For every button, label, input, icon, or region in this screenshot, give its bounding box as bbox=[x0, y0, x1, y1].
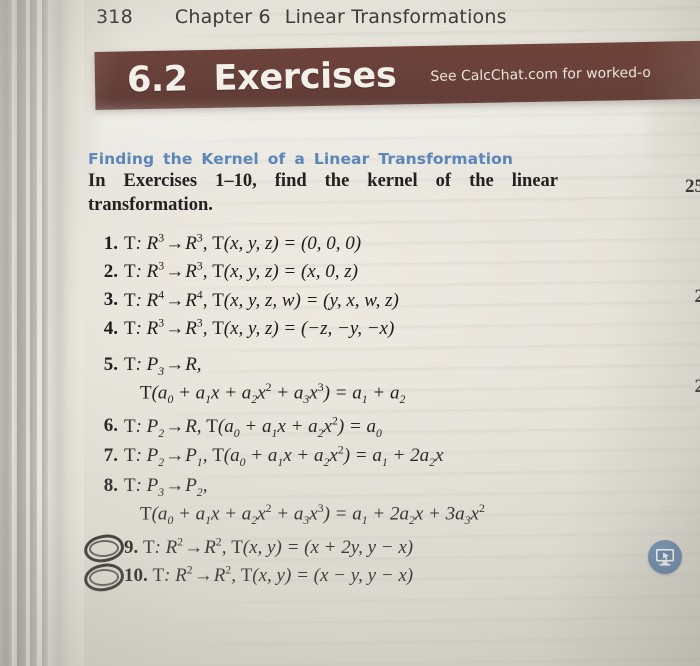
running-head: 318 Chapter 6 Linear Transformations bbox=[96, 2, 700, 32]
exercise-number: 8. bbox=[103, 474, 118, 496]
exercise-body: T: P3→R, bbox=[124, 353, 202, 378]
exercise-item[interactable]: 3. T: R4→R4, T(x, y, z, w) = (y, x, w, z… bbox=[88, 287, 618, 314]
exercise-item[interactable]: 5. T: P3→R, T(a0 + a1x + a2x2 + a3x3) = … bbox=[88, 352, 618, 409]
exercise-body-continued: T(a0 + a1x + a2x2 + a3x3) = a1 + 2a2x + … bbox=[140, 502, 485, 528]
exercise-item[interactable]: 4. T: R3→R3, T(x, y, z) = (−z, −y, −x) bbox=[88, 316, 618, 343]
exercise-item[interactable]: 7. T: P2→P1, T(a0 + a1x + a2x2) = a1 + 2… bbox=[88, 443, 618, 472]
exercise-item[interactable]: 1. T: R3→R3, T(x, y, z) = (0, 0, 0) bbox=[88, 231, 618, 258]
exercise-item[interactable]: 9. T: R2→R2, T(x, y) = (x + 2y, y − x) bbox=[82, 532, 618, 566]
exercise-body: T: P3→P2, bbox=[124, 474, 208, 499]
page-number: 318 bbox=[96, 6, 133, 28]
exercise-item[interactable]: 10. T: R2→R2, T(x, y) = (x − y, y − x) bbox=[82, 560, 618, 594]
book-spine-strip bbox=[0, 0, 12, 666]
exercise-number: 6. bbox=[103, 415, 118, 437]
exercise-column: Finding the Kernel of a Linear Transform… bbox=[82, 150, 618, 594]
chapter-label: Chapter 6 bbox=[174, 6, 271, 28]
exercise-number: 10. bbox=[124, 564, 148, 586]
section-number: 6.2 bbox=[126, 59, 188, 101]
exercise-list: 1. T: R3→R3, T(x, y, z) = (0, 0, 0) 2. T… bbox=[82, 231, 618, 594]
handwritten-circle-annotation bbox=[82, 532, 126, 566]
exercise-item[interactable]: 8. T: P3→P2, T(a0 + a1x + a2x2 + a3x3) =… bbox=[88, 473, 618, 530]
book-spine-strip bbox=[30, 0, 37, 666]
exercises-banner: 6.2 Exercises See CalcChat.com for worke… bbox=[94, 40, 700, 110]
page-edge bbox=[58, 0, 84, 666]
exercise-body: T: P2→R, T(a0 + a1x + a2x2) = a0 bbox=[124, 414, 382, 440]
directions-text: In Exercises 1–10, find the kernel of th… bbox=[88, 171, 558, 216]
exercise-number: 9. bbox=[124, 536, 139, 558]
handwritten-circle-annotation bbox=[82, 560, 126, 594]
calcchat-tagline: See CalcChat.com for worked-o bbox=[430, 64, 652, 85]
exercise-item[interactable]: 2. T: R3→R3, T(x, y, z) = (x, 0, z) bbox=[88, 259, 618, 286]
textbook-page: 318 Chapter 6 Linear Transformations 6.2… bbox=[0, 0, 700, 666]
computer-monitor-cursor-icon[interactable] bbox=[648, 540, 682, 574]
exercise-body: T: R4→R4, T(x, y, z, w) = (y, x, w, z) bbox=[124, 288, 399, 311]
exercise-item[interactable]: 6. T: P2→R, T(a0 + a1x + a2x2) = a0 bbox=[88, 413, 618, 442]
exercise-number: 7. bbox=[103, 445, 118, 467]
exercise-number: 2. bbox=[103, 261, 118, 283]
exercise-body: T: R2→R2, T(x, y) = (x − y, y − x) bbox=[152, 563, 414, 586]
section-heading: Exercises bbox=[213, 55, 397, 99]
exercise-number: 1. bbox=[103, 232, 118, 254]
book-spine-strip bbox=[48, 0, 58, 666]
exercise-number: 5. bbox=[103, 353, 118, 375]
exercise-body: T: R3→R3, T(x, y, z) = (0, 0, 0) bbox=[124, 231, 362, 255]
exercise-body: T: R3→R3, T(x, y, z) = (x, 0, z) bbox=[124, 260, 358, 283]
exercise-body: T: R2→R2, T(x, y) = (x + 2y, y − x) bbox=[143, 535, 414, 558]
directions-heading: Finding the Kernel of a Linear Transform… bbox=[88, 150, 514, 168]
exercise-number: 3. bbox=[103, 289, 118, 311]
chapter-title: Linear Transformations bbox=[284, 6, 507, 28]
book-spine-strip bbox=[17, 0, 26, 666]
exercise-body: T: P2→P1, T(a0 + a1x + a2x2) = a1 + 2a2x bbox=[124, 444, 444, 470]
exercise-body-continued: T(a0 + a1x + a2x2 + a3x3) = a1 + a2 bbox=[140, 381, 406, 407]
exercise-number: 4. bbox=[103, 317, 118, 339]
exercise-body: T: R3→R3, T(x, y, z) = (−z, −y, −x) bbox=[124, 316, 395, 339]
